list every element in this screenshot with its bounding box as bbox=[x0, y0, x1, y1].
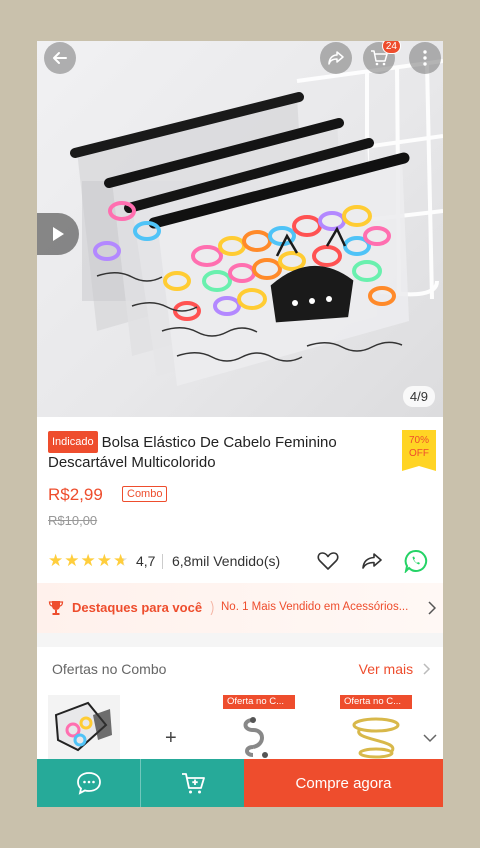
trophy-icon bbox=[48, 601, 64, 615]
share-icon bbox=[328, 51, 344, 65]
combo-item-3[interactable]: Oferta no C... bbox=[340, 695, 412, 765]
buy-now-button[interactable]: Compre agora bbox=[244, 759, 443, 807]
star-icon: ★ bbox=[96, 551, 112, 570]
share-icon bbox=[362, 553, 382, 569]
star-icon: ★ bbox=[80, 551, 96, 570]
highlights-title: Destaques para você bbox=[72, 600, 203, 615]
divider bbox=[162, 554, 163, 569]
divider-arc bbox=[210, 601, 214, 615]
image-counter: 4/9 bbox=[402, 386, 435, 407]
add-cart-icon bbox=[181, 773, 205, 794]
plus-sign: + bbox=[165, 727, 177, 749]
product-image-carousel[interactable]: 24 4/9 bbox=[37, 41, 443, 417]
chevron-down-icon[interactable] bbox=[423, 733, 437, 743]
combo-badge: Combo bbox=[122, 486, 168, 502]
cart-button[interactable]: 24 bbox=[363, 41, 401, 74]
play-icon bbox=[53, 227, 64, 241]
arrow-left-icon bbox=[53, 52, 67, 64]
combo-heading: Ofertas no Combo bbox=[52, 661, 167, 677]
combo-item-2[interactable]: Oferta no C... bbox=[223, 695, 295, 765]
original-price: R$10,00 bbox=[48, 513, 98, 528]
more-options-button[interactable] bbox=[409, 42, 441, 74]
recommended-badge: Indicado bbox=[48, 431, 98, 453]
back-button[interactable] bbox=[44, 42, 76, 74]
add-to-cart-button[interactable] bbox=[140, 759, 244, 807]
favorite-button[interactable] bbox=[315, 548, 341, 574]
offer-tag: Oferta no C... bbox=[223, 695, 295, 709]
current-price: R$2,99 bbox=[48, 485, 103, 504]
see-more-label: Ver mais bbox=[358, 661, 414, 677]
cart-count-badge: 24 bbox=[381, 41, 401, 54]
chat-icon bbox=[76, 772, 101, 795]
sold-count: 6,8mil Vendido(s) bbox=[172, 553, 281, 569]
chat-button[interactable] bbox=[37, 759, 140, 807]
share-product-button[interactable] bbox=[359, 548, 385, 574]
rating-stars: ★ ★ ★ ★ ★ bbox=[48, 552, 128, 569]
highlights-banner[interactable]: Destaques para você No. 1 Mais Vendido e… bbox=[37, 583, 443, 633]
product-page: 24 4/9 Indicado Bolsa Elástico De Cabelo … bbox=[37, 41, 443, 807]
product-title: Indicado Bolsa Elástico De Cabelo Feminin… bbox=[48, 431, 388, 473]
heart-icon bbox=[317, 552, 339, 570]
star-icon: ★ bbox=[64, 551, 80, 570]
play-video-button[interactable] bbox=[37, 213, 79, 255]
product-photo bbox=[70, 59, 443, 386]
product-info: Indicado Bolsa Elástico De Cabelo Feminin… bbox=[37, 417, 443, 583]
chevron-right-icon bbox=[428, 601, 436, 615]
combo-item-main[interactable] bbox=[48, 695, 120, 765]
see-more-link[interactable]: Ver mais bbox=[359, 661, 431, 677]
offer-tag: Oferta no C... bbox=[340, 695, 412, 709]
whatsapp-share-button[interactable] bbox=[403, 548, 429, 574]
discount-percent: 70% bbox=[408, 435, 429, 446]
discount-badge: 70% OFF bbox=[402, 430, 436, 471]
star-icon: ★ bbox=[48, 551, 64, 570]
bottom-action-bar: Compre agora bbox=[37, 759, 443, 807]
highlights-description: No. 1 Mais Vendido em Acessórios... bbox=[221, 601, 409, 613]
rating-value: 4,7 bbox=[136, 553, 156, 569]
discount-off: OFF bbox=[409, 448, 429, 459]
star-half-icon: ★ bbox=[113, 551, 129, 570]
chevron-right-icon bbox=[423, 663, 431, 675]
whatsapp-icon bbox=[404, 549, 428, 573]
more-vertical-icon bbox=[423, 50, 427, 66]
share-button[interactable] bbox=[320, 42, 352, 74]
combo-item-image bbox=[48, 695, 120, 765]
